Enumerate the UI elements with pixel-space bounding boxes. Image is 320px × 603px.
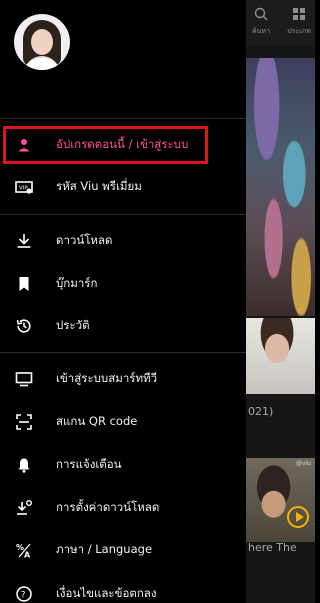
translate-icon: % A	[15, 541, 33, 559]
poster-tag: @viu	[295, 460, 311, 467]
menu-item-terms[interactable]: ? เงื่อนไขและข้อตกลง	[0, 574, 246, 603]
menu-item-label: รหัส Viu พรีเมี่ยม	[56, 179, 142, 193]
menu-item-language[interactable]: % A ภาษา / Language	[0, 530, 246, 570]
tv-icon	[15, 370, 33, 388]
search-icon	[254, 7, 268, 21]
menu-item-label: อัปเกรดตอนนี้ / เข้าสู่ระบบ	[56, 137, 189, 151]
menu-item-label: ภาษา / Language	[56, 542, 153, 556]
svg-text:A: A	[24, 551, 31, 560]
menu-item-label: เข้าสู่ระบบสมาร์ททีวี	[56, 371, 158, 385]
menu-item-notifications[interactable]: การแจ้งเตือน	[0, 445, 246, 485]
poster-caption-2: here The	[248, 541, 297, 554]
menu-item-smart-tv[interactable]: เข้าสู่ระบบสมาร์ททีวี	[0, 359, 246, 399]
avatar[interactable]	[14, 14, 70, 70]
menu-item-login[interactable]: อัปเกรดตอนนี้ / เข้าสู่ระบบ	[0, 125, 246, 165]
search-label: ค้นหา	[251, 27, 270, 35]
menu-item-history[interactable]: ประวัติ	[0, 306, 246, 346]
category-label: ประเภท	[287, 27, 311, 35]
history-icon	[15, 317, 33, 335]
help-circle-icon: ?	[15, 585, 33, 603]
svg-text:%: %	[16, 543, 24, 552]
qr-scan-icon	[15, 413, 33, 431]
bookmark-icon	[15, 275, 33, 293]
svg-text:?: ?	[21, 591, 26, 601]
search-button[interactable]: ค้นหา	[243, 6, 279, 37]
menu-item-download-settings[interactable]: การตั้งค่าดาวน์โหลด	[0, 488, 246, 528]
category-button[interactable]: ประเภท	[281, 6, 317, 37]
play-icon[interactable]	[287, 506, 309, 528]
menu-item-qr[interactable]: สแกน QR code	[0, 402, 246, 442]
divider	[0, 352, 246, 353]
divider	[0, 214, 246, 215]
menu-item-label: ประวัติ	[56, 318, 90, 332]
download-settings-icon	[15, 499, 33, 517]
menu-item-label: บุ๊กมาร์ก	[56, 276, 98, 290]
poster-drama-2[interactable]: @viu	[246, 458, 315, 542]
ticket-icon: VIP	[15, 178, 33, 196]
poster-drama-1[interactable]	[246, 318, 315, 394]
divider	[0, 118, 246, 119]
grid-icon	[293, 8, 305, 20]
menu-item-label: เงื่อนไขและข้อตกลง	[56, 586, 157, 600]
menu-item-label: สแกน QR code	[56, 414, 138, 428]
bell-icon	[15, 456, 33, 474]
poster-caption-1: 021)	[248, 405, 274, 418]
menu-item-label: การแจ้งเตือน	[56, 457, 122, 471]
menu-item-label: ดาวน์โหลด	[56, 233, 113, 247]
menu-item-viu-code[interactable]: VIP รหัส Viu พรีเมี่ยม	[0, 167, 246, 207]
person-icon	[15, 136, 33, 154]
menu-item-label: การตั้งค่าดาวน์โหลด	[56, 500, 160, 514]
navigation-drawer: อัปเกรดตอนนี้ / เข้าสู่ระบบ VIP รหัส Viu…	[0, 0, 246, 603]
download-icon	[15, 232, 33, 250]
menu-item-bookmark[interactable]: บุ๊กมาร์ก	[0, 264, 246, 304]
poster-anime[interactable]	[246, 58, 315, 316]
menu-item-download[interactable]: ดาวน์โหลด	[0, 221, 246, 261]
